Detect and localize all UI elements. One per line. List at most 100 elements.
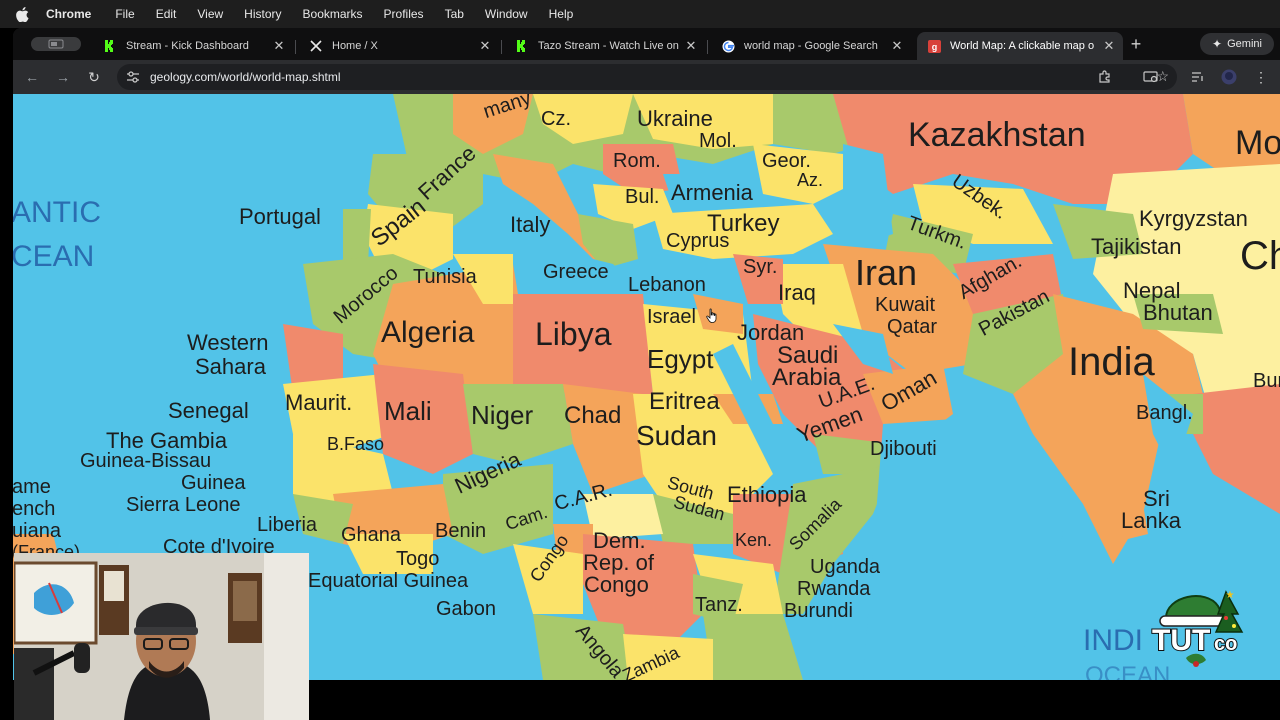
- country-label[interactable]: Rwanda: [797, 578, 870, 601]
- tanzania-region[interactable]: [703, 614, 803, 680]
- forward-icon[interactable]: →: [53, 67, 73, 87]
- country-label[interactable]: Sahara: [195, 354, 266, 380]
- cast-icon[interactable]: [1141, 67, 1161, 87]
- country-label[interactable]: Senegal: [168, 398, 249, 424]
- close-icon[interactable]: ✕: [1101, 38, 1117, 54]
- country-label[interactable]: Kyrgyzstan: [1139, 206, 1248, 232]
- country-label[interactable]: Benin: [435, 520, 486, 543]
- country-label[interactable]: Ch: [1240, 234, 1280, 279]
- close-icon[interactable]: ✕: [271, 38, 287, 54]
- country-label[interactable]: Congo: [584, 572, 649, 598]
- country-label[interactable]: Algeria: [381, 316, 474, 350]
- country-label[interactable]: Kuwait: [875, 294, 935, 317]
- country-label[interactable]: Bhutan: [1143, 300, 1213, 326]
- country-label[interactable]: Eritrea: [649, 388, 720, 416]
- country-label[interactable]: India: [1068, 340, 1155, 385]
- country-label[interactable]: Togo: [396, 548, 439, 571]
- country-label[interactable]: Uganda: [810, 556, 880, 579]
- myanmar-region[interactable]: [1193, 384, 1280, 514]
- country-label[interactable]: Tunisia: [413, 266, 477, 289]
- country-label[interactable]: Israel: [647, 306, 696, 329]
- country-label[interactable]: Lanka: [1121, 508, 1181, 534]
- country-label[interactable]: ame: [13, 476, 51, 499]
- portugal-region[interactable]: [343, 209, 371, 264]
- country-label[interactable]: Djibouti: [870, 438, 937, 461]
- country-label[interactable]: Bul.: [625, 186, 659, 209]
- country-label[interactable]: Sudan: [636, 420, 717, 452]
- gemini-button[interactable]: ✦ Gemini: [1200, 33, 1274, 55]
- country-label[interactable]: Liberia: [257, 514, 317, 537]
- menu-profiles[interactable]: Profiles: [384, 7, 424, 21]
- country-label[interactable]: Kazakhstan: [908, 116, 1086, 155]
- country-label[interactable]: Portugal: [239, 204, 321, 230]
- country-label[interactable]: Gabon: [436, 598, 496, 621]
- country-label[interactable]: Ukraine: [637, 106, 713, 132]
- country-label[interactable]: Iran: [855, 252, 917, 294]
- tab-group-pill[interactable]: [31, 37, 81, 51]
- country-label[interactable]: Bangl.: [1136, 402, 1193, 425]
- country-label[interactable]: Greece: [543, 261, 609, 284]
- country-label[interactable]: Tanz.: [695, 594, 743, 617]
- country-label[interactable]: Equatorial Guinea: [308, 570, 468, 593]
- country-label[interactable]: Lebanon: [628, 274, 706, 297]
- reload-icon[interactable]: ↻: [84, 67, 104, 87]
- menu-file[interactable]: File: [115, 7, 134, 21]
- close-icon[interactable]: ✕: [477, 38, 493, 54]
- country-label[interactable]: B.Faso: [327, 434, 384, 455]
- country-label[interactable]: Rom.: [613, 150, 661, 173]
- apple-icon[interactable]: [16, 6, 30, 22]
- menu-help[interactable]: Help: [549, 7, 574, 21]
- country-label[interactable]: uiana: [13, 520, 61, 543]
- country-label[interactable]: Burundi: [784, 600, 853, 623]
- extensions-icon[interactable]: [1095, 67, 1115, 87]
- menu-app-name[interactable]: Chrome: [46, 7, 91, 21]
- more-menu-icon[interactable]: ⋮: [1251, 67, 1271, 87]
- country-label[interactable]: Niger: [471, 400, 533, 431]
- macos-menubar: Chrome File Edit View History Bookmarks …: [0, 0, 1280, 28]
- menu-edit[interactable]: Edit: [156, 7, 177, 21]
- close-icon[interactable]: ✕: [889, 38, 905, 54]
- country-label[interactable]: Libya: [535, 316, 612, 353]
- address-bar[interactable]: geology.com/world/world-map.shtml ☆: [117, 64, 1177, 90]
- new-tab-button[interactable]: +: [1127, 35, 1145, 54]
- country-label[interactable]: Mali: [384, 396, 432, 427]
- country-label[interactable]: Egypt: [647, 344, 714, 375]
- country-label[interactable]: Armenia: [671, 180, 753, 206]
- menu-tab[interactable]: Tab: [445, 7, 464, 21]
- country-label[interactable]: Western: [187, 330, 269, 356]
- country-label[interactable]: Mo: [1235, 124, 1280, 163]
- country-label[interactable]: Ken.: [735, 530, 772, 551]
- country-label[interactable]: Chad: [564, 402, 621, 430]
- country-label[interactable]: Cz.: [541, 108, 571, 131]
- country-label[interactable]: Sierra Leone: [126, 494, 241, 517]
- menu-window[interactable]: Window: [485, 7, 528, 21]
- close-icon[interactable]: ✕: [683, 38, 699, 54]
- country-label[interactable]: Iraq: [778, 280, 816, 306]
- country-label[interactable]: Ethiopia: [727, 482, 807, 508]
- country-label[interactable]: Maurit.: [285, 390, 352, 416]
- country-label[interactable]: Cyprus: [666, 230, 729, 253]
- country-label[interactable]: Az.: [797, 170, 823, 191]
- back-icon[interactable]: ←: [22, 67, 42, 87]
- tab-world-map[interactable]: g World Map: A clickable map o ✕: [917, 32, 1123, 60]
- country-label[interactable]: Guinea-Bissau: [80, 450, 211, 473]
- country-label[interactable]: Ghana: [341, 524, 401, 547]
- country-label[interactable]: ench: [13, 498, 55, 521]
- profile-avatar[interactable]: [1219, 67, 1239, 87]
- tab-home-x[interactable]: Home / X ✕: [299, 32, 499, 60]
- country-label[interactable]: Tajikistan: [1091, 234, 1181, 260]
- country-label[interactable]: Qatar: [887, 316, 937, 339]
- country-label[interactable]: Bur: [1253, 370, 1280, 393]
- country-label[interactable]: Mol.: [699, 130, 737, 153]
- country-label[interactable]: Guinea: [181, 472, 246, 495]
- menu-view[interactable]: View: [197, 7, 223, 21]
- site-info-icon[interactable]: [125, 69, 141, 85]
- tab-google-search[interactable]: world map - Google Search ✕: [711, 32, 911, 60]
- menu-history[interactable]: History: [244, 7, 281, 21]
- country-label[interactable]: Syr.: [743, 256, 777, 279]
- tab-tazo-stream[interactable]: Tazo Stream - Watch Live on ✕: [505, 32, 705, 60]
- media-control-icon[interactable]: [1188, 67, 1208, 87]
- country-label[interactable]: Italy: [510, 212, 550, 238]
- tab-kick-dashboard[interactable]: Stream - Kick Dashboard ✕: [93, 32, 293, 60]
- menu-bookmarks[interactable]: Bookmarks: [303, 7, 363, 21]
